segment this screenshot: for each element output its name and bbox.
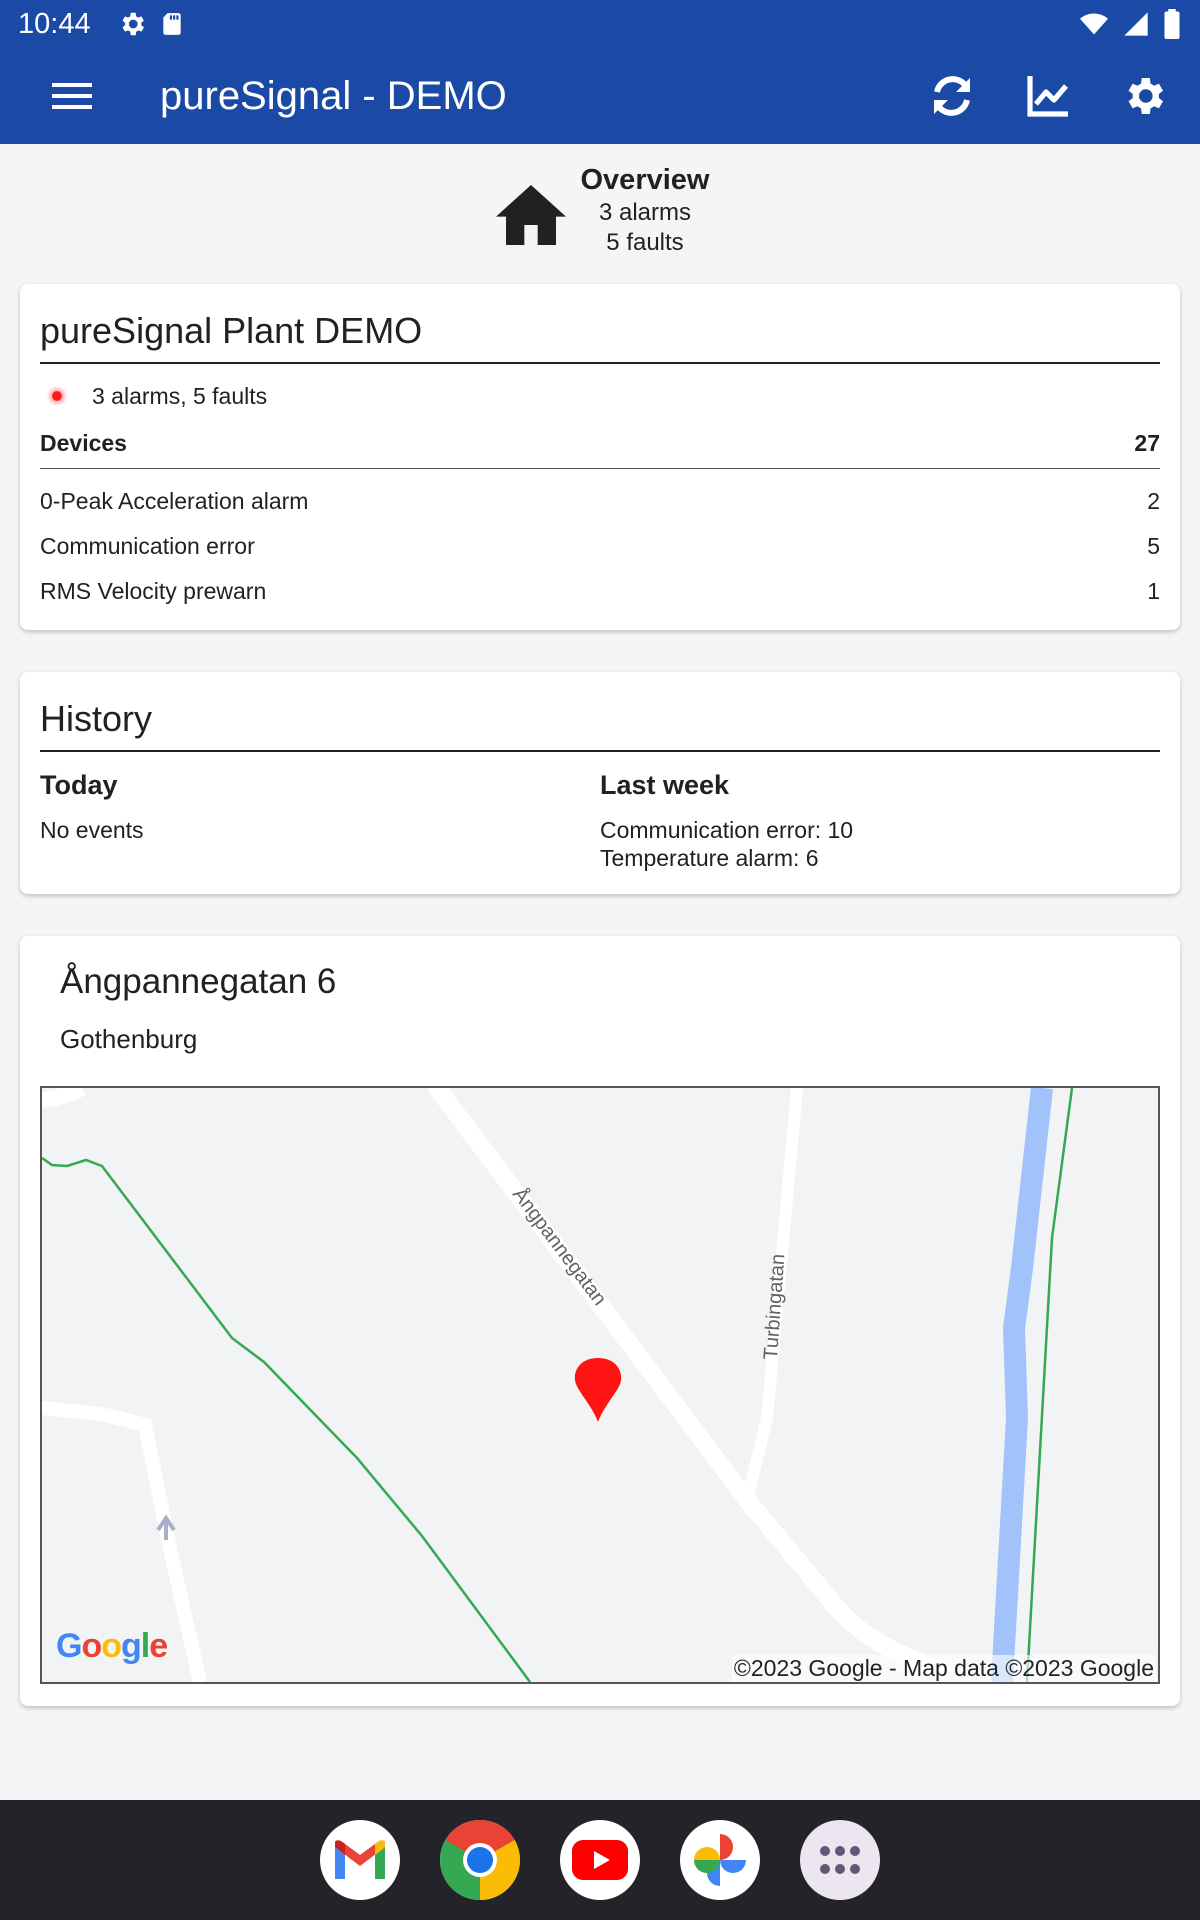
- history-title: History: [40, 698, 153, 739]
- list-item[interactable]: Communication error 5: [20, 524, 1180, 569]
- location-card: Ångpannegatan 6 Gothenburg Ångpannegatan…: [20, 936, 1180, 1706]
- gmail-app[interactable]: [320, 1820, 400, 1900]
- refresh-icon: [934, 76, 970, 116]
- map-copyright: ©2023 Google - Map data ©2023 Google: [731, 1655, 1156, 1682]
- settings-button[interactable]: [1108, 60, 1180, 132]
- plant-card[interactable]: pureSignal Plant DEMO 3 alarms, 5 faults…: [20, 284, 1180, 630]
- list-item-label: RMS Velocity prewarn: [40, 578, 267, 604]
- refresh-button[interactable]: [916, 60, 988, 132]
- plant-status: 3 alarms, 5 faults: [20, 364, 1180, 410]
- youtube-app[interactable]: [560, 1820, 640, 1900]
- chart-button[interactable]: [1012, 60, 1084, 132]
- chrome-app[interactable]: [440, 1820, 520, 1900]
- plant-name: pureSignal Plant DEMO: [40, 310, 423, 351]
- history-last-week: Last week Communication error: 10 Temper…: [600, 770, 1160, 872]
- overview-title: Overview: [580, 163, 710, 196]
- devices-label: Devices: [40, 430, 127, 456]
- overview-header: Overview 3 alarms 5 faults: [0, 160, 1200, 260]
- app-title: pureSignal - DEMO: [160, 73, 507, 118]
- today-event: No events: [40, 817, 144, 843]
- menu-button[interactable]: [36, 60, 108, 132]
- devices-row: Devices 27: [20, 410, 1180, 468]
- gmail-icon: [335, 1840, 385, 1879]
- overview-faults: 5 faults: [606, 228, 684, 256]
- apps-drawer[interactable]: [800, 1820, 880, 1900]
- list-item-label: Communication error: [40, 533, 255, 559]
- alarm-indicator-icon: [46, 385, 68, 407]
- map-road-label: Turbingatan: [760, 1253, 789, 1360]
- history-today: Today No events: [40, 770, 600, 872]
- app-dock: [0, 1800, 1200, 1920]
- google-logo: Google: [56, 1627, 168, 1665]
- menu-icon: [52, 83, 92, 109]
- devices-count: 27: [1134, 430, 1160, 456]
- overview-alarms: 3 alarms: [598, 198, 691, 226]
- app-bar: pureSignal - DEMO: [0, 48, 1200, 144]
- today-label: Today: [40, 770, 118, 800]
- status-bar: 10:44: [0, 0, 1200, 48]
- last-week-label: Last week: [600, 770, 730, 800]
- last-week-event: Communication error: 10: [600, 817, 854, 843]
- list-item[interactable]: RMS Velocity prewarn 1: [20, 569, 1180, 614]
- location-street: Ångpannegatan 6: [60, 962, 337, 1001]
- settings-icon: [1128, 78, 1163, 114]
- list-item-count: 5: [1147, 533, 1160, 559]
- battery-icon: [1164, 9, 1180, 39]
- list-item-count: 1: [1147, 578, 1160, 604]
- map-canvas: Ångpannegatan Turbingatan: [42, 1088, 1074, 1682]
- list-item-label: 0-Peak Acceleration alarm: [40, 488, 309, 514]
- chrome-icon: [440, 1820, 520, 1900]
- location-city: Gothenburg: [60, 1024, 198, 1054]
- map-marker-icon[interactable]: [574, 1358, 622, 1422]
- plant-status-text: 3 alarms, 5 faults: [92, 382, 268, 409]
- last-week-event: Temperature alarm: 6: [600, 845, 819, 871]
- chart-icon: [1027, 76, 1068, 117]
- list-item-count: 2: [1147, 488, 1160, 514]
- fault-list: 0-Peak Acceleration alarm 2 Communicatio…: [20, 469, 1180, 614]
- status-time: 10:44: [18, 7, 91, 40]
- youtube-icon: [572, 1840, 628, 1880]
- list-item[interactable]: 0-Peak Acceleration alarm 2: [20, 479, 1180, 524]
- history-card[interactable]: History Today No events Last week Commun…: [20, 672, 1180, 894]
- settings-status-icon: [122, 12, 144, 36]
- sd-card-icon: [162, 13, 181, 35]
- apps-icon: [820, 1846, 860, 1874]
- photos-icon: [694, 1834, 746, 1886]
- map-road-label: Ångpannegatan: [508, 1183, 611, 1310]
- wifi-icon: [1080, 13, 1108, 35]
- photos-app[interactable]: [680, 1820, 760, 1900]
- cell-signal-icon: [1124, 12, 1148, 36]
- home-icon: [495, 185, 566, 245]
- map-view[interactable]: Ångpannegatan Turbingatan Google ©2023 G…: [40, 1086, 1160, 1684]
